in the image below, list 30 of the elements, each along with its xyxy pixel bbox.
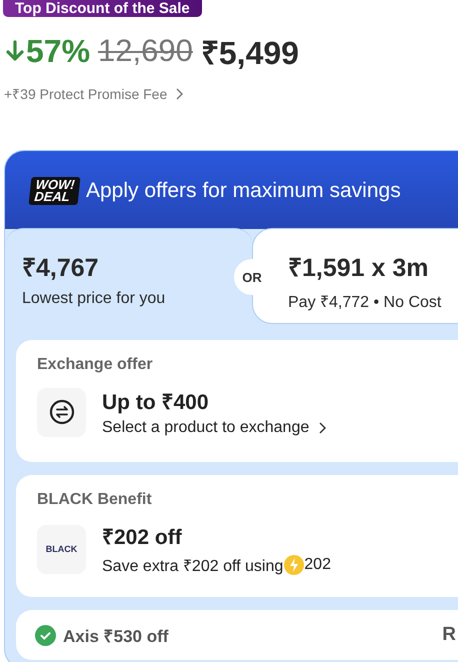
exchange-icon xyxy=(48,399,74,425)
check-circle-icon xyxy=(35,624,56,646)
option-amount: ₹4,767 xyxy=(22,253,99,283)
chevron-right-icon xyxy=(318,422,326,434)
offer-card[interactable]: Axis ₹530 off R xyxy=(16,610,458,660)
lightning-coin-icon xyxy=(284,555,304,575)
offer-card[interactable]: Exchange offer Up to ₹400 Select a product to exchange xyxy=(16,340,458,462)
down-arrow-icon xyxy=(6,40,24,62)
protect-fee-link[interactable]: +₹39 Protect Promise Fee xyxy=(4,84,184,103)
wow-deal-logo: WOW! DEAL xyxy=(28,177,80,205)
sale-badge: Top Discount of the Sale xyxy=(3,0,202,17)
offer-heading: Exchange offer xyxy=(37,356,154,374)
brand-logo: BLACK xyxy=(46,544,78,554)
offer-description: Save extra ₹202 off using xyxy=(102,557,284,576)
option-caption: Pay ₹4,772 • No Cost xyxy=(288,293,442,312)
chevron-right-icon xyxy=(175,88,184,100)
discount-percent: 57% xyxy=(26,32,90,70)
original-price: 12,690 xyxy=(98,33,193,69)
offer-title: Up to ₹400 xyxy=(102,390,210,415)
final-price: ₹5,499 xyxy=(200,34,299,72)
option-amount: ₹1,591 x 3m xyxy=(288,253,428,283)
offers-title: Apply offers for maximum savings xyxy=(86,179,401,203)
offer-card[interactable]: BLACK Benefit BLACK ₹202 off Save extra ₹202 off using 202 xyxy=(16,475,458,597)
coin-amount: 202 xyxy=(304,556,331,574)
offer-title: ₹202 off xyxy=(102,525,183,550)
bank-offer-title: Axis ₹530 off xyxy=(63,626,168,646)
offer-heading: BLACK Benefit xyxy=(37,491,153,509)
offer-description: Select a product to exchange xyxy=(102,419,310,437)
option-caption: Lowest price for you xyxy=(22,290,166,308)
offer-side-text: R xyxy=(442,624,456,646)
